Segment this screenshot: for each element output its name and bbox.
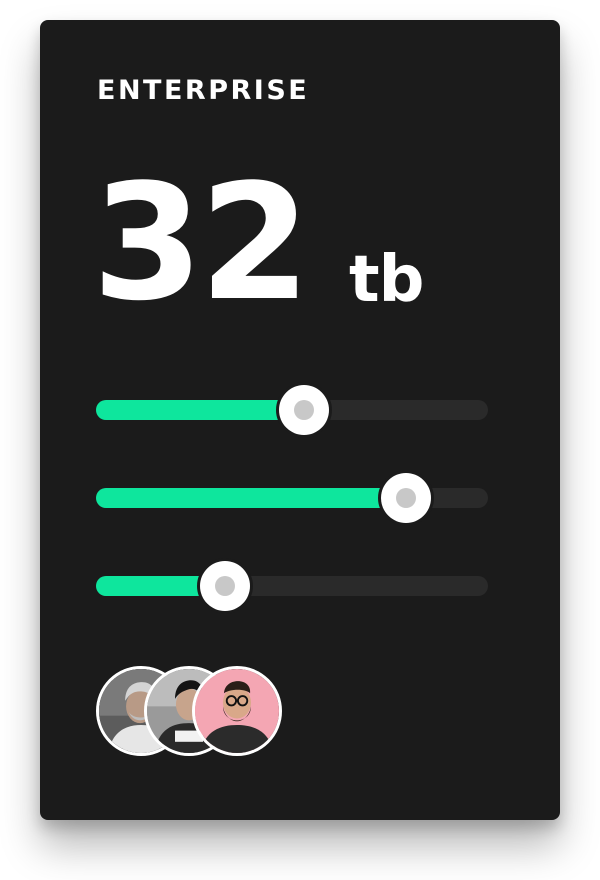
avatar-photo-bearded-glasses [195,669,279,753]
plan-name: ENTERPRISE [97,75,310,106]
slider-fill [96,488,406,508]
avatar-person-bearded-glasses[interactable] [192,666,282,756]
slider-3[interactable] [96,556,488,616]
pricing-card: ENTERPRISE 32 tb [40,20,560,820]
team-avatars [96,666,296,766]
slider-thumb[interactable] [380,473,431,523]
slider-fill [96,400,304,420]
slider-thumb[interactable] [278,385,329,435]
slider-thumb[interactable] [200,561,251,611]
slider-2[interactable] [96,468,488,528]
slider-thumb-dot [395,488,416,508]
slider-thumb-dot [215,576,236,596]
slider-1[interactable] [96,380,488,440]
storage-unit: tb [349,243,424,317]
storage-value: 32 [92,149,311,336]
slider-thumb-dot [293,400,314,420]
